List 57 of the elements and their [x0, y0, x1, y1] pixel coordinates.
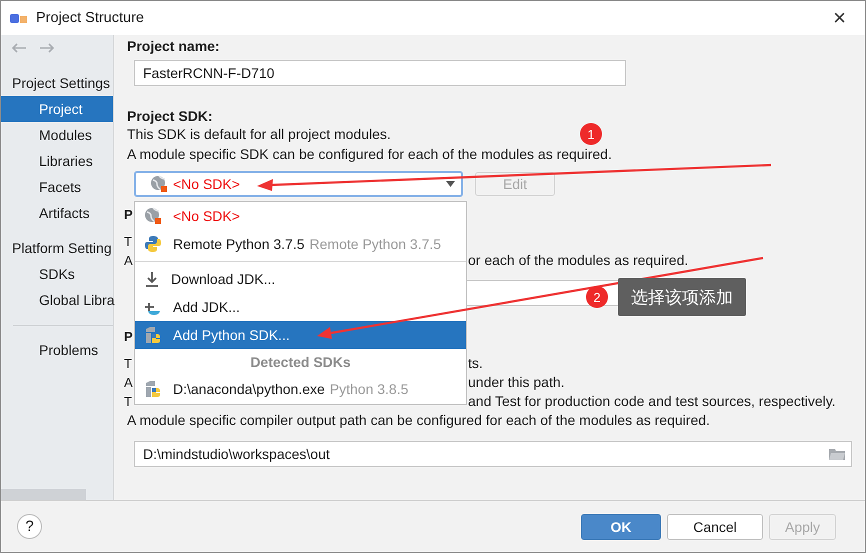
globe-icon: [144, 207, 162, 225]
description-text: under this path.: [468, 374, 565, 390]
help-button[interactable]: ?: [17, 514, 42, 539]
sidebar-item[interactable]: Problems: [1, 337, 113, 363]
dialog-button[interactable]: Cancel: [667, 514, 763, 540]
path-field[interactable]: D:\mindstudio\workspaces\out: [134, 440, 852, 466]
description-text: T: [124, 233, 132, 251]
description-text: T: [124, 393, 132, 411]
sidebar-item[interactable]: Artifacts: [1, 200, 113, 226]
sidebar-item[interactable]: Libraries: [1, 148, 113, 174]
input-field[interactable]: FasterRCNN-F-D710: [134, 60, 626, 86]
back-arrow-icon[interactable]: [11, 43, 27, 53]
description-text: A module specific compiler output path can be configured for each of the modules as required.: [127, 411, 710, 430]
ok-button[interactable]: OK: [581, 514, 661, 540]
menu-item[interactable]: D:\anaconda\python.exe Python 3.8.5: [135, 375, 466, 403]
description-text: A: [124, 374, 133, 392]
tooltip: 选择该项添加: [618, 278, 746, 316]
field-label: Project name:: [127, 37, 221, 55]
description-text: and Test for production code and test sources, respectively.: [468, 393, 836, 409]
python-file-icon: [144, 380, 162, 398]
sidebar-heading: Platform Setting: [12, 240, 112, 256]
forward-arrow-icon[interactable]: [39, 43, 55, 53]
sidebar-item[interactable]: Modules: [1, 122, 113, 148]
description-text: ts.: [468, 355, 483, 371]
folder-icon[interactable]: [829, 448, 845, 460]
sidebar-heading: Project Settings: [12, 75, 110, 91]
menu-item[interactable]: Add Python SDK...: [135, 321, 466, 349]
section-heading: P: [124, 328, 133, 346]
menu-item[interactable]: Add JDK...: [135, 293, 466, 321]
description-text: T: [124, 355, 132, 373]
menu-item[interactable]: Download JDK...: [135, 265, 466, 293]
close-button[interactable]: ×: [833, 7, 846, 29]
python-icon: [144, 235, 162, 253]
sidebar-item[interactable]: Project: [1, 96, 113, 122]
section-heading: P: [124, 206, 133, 224]
description-text: A: [124, 252, 133, 270]
download-icon: [144, 271, 160, 287]
path-text: D:\mindstudio\workspaces\out: [143, 444, 330, 464]
window-title: Project Structure: [36, 10, 144, 26]
sidebar-item[interactable]: Global Libra: [1, 287, 113, 313]
python-file-icon: [144, 326, 162, 344]
sdk-dropdown[interactable]: <No SDK>: [134, 171, 463, 197]
description-text: A module specific SDK can be configured for each of the modules as required.: [127, 144, 612, 164]
menu-item[interactable]: <No SDK>: [135, 202, 466, 230]
menu-item-detail: Remote Python 3.7.5: [310, 236, 442, 252]
menu-item-detail: Python 3.8.5: [330, 381, 408, 397]
section-heading: Project SDK:: [127, 107, 214, 125]
step-number: 1: [580, 123, 602, 145]
globe-icon: [150, 175, 168, 193]
sidebar-item[interactable]: Facets: [1, 174, 113, 200]
app-logo-icon: [10, 12, 28, 24]
sidebar-item[interactable]: SDKs: [1, 261, 113, 287]
scrollbar[interactable]: [1, 489, 86, 500]
menu-item[interactable]: Remote Python 3.7.5 Remote Python 3.7.5: [135, 230, 466, 262]
caret-icon: [446, 181, 455, 187]
description-text: or each of the modules as required.: [468, 252, 688, 268]
description-text: This SDK is default for all project modules.: [127, 125, 391, 144]
